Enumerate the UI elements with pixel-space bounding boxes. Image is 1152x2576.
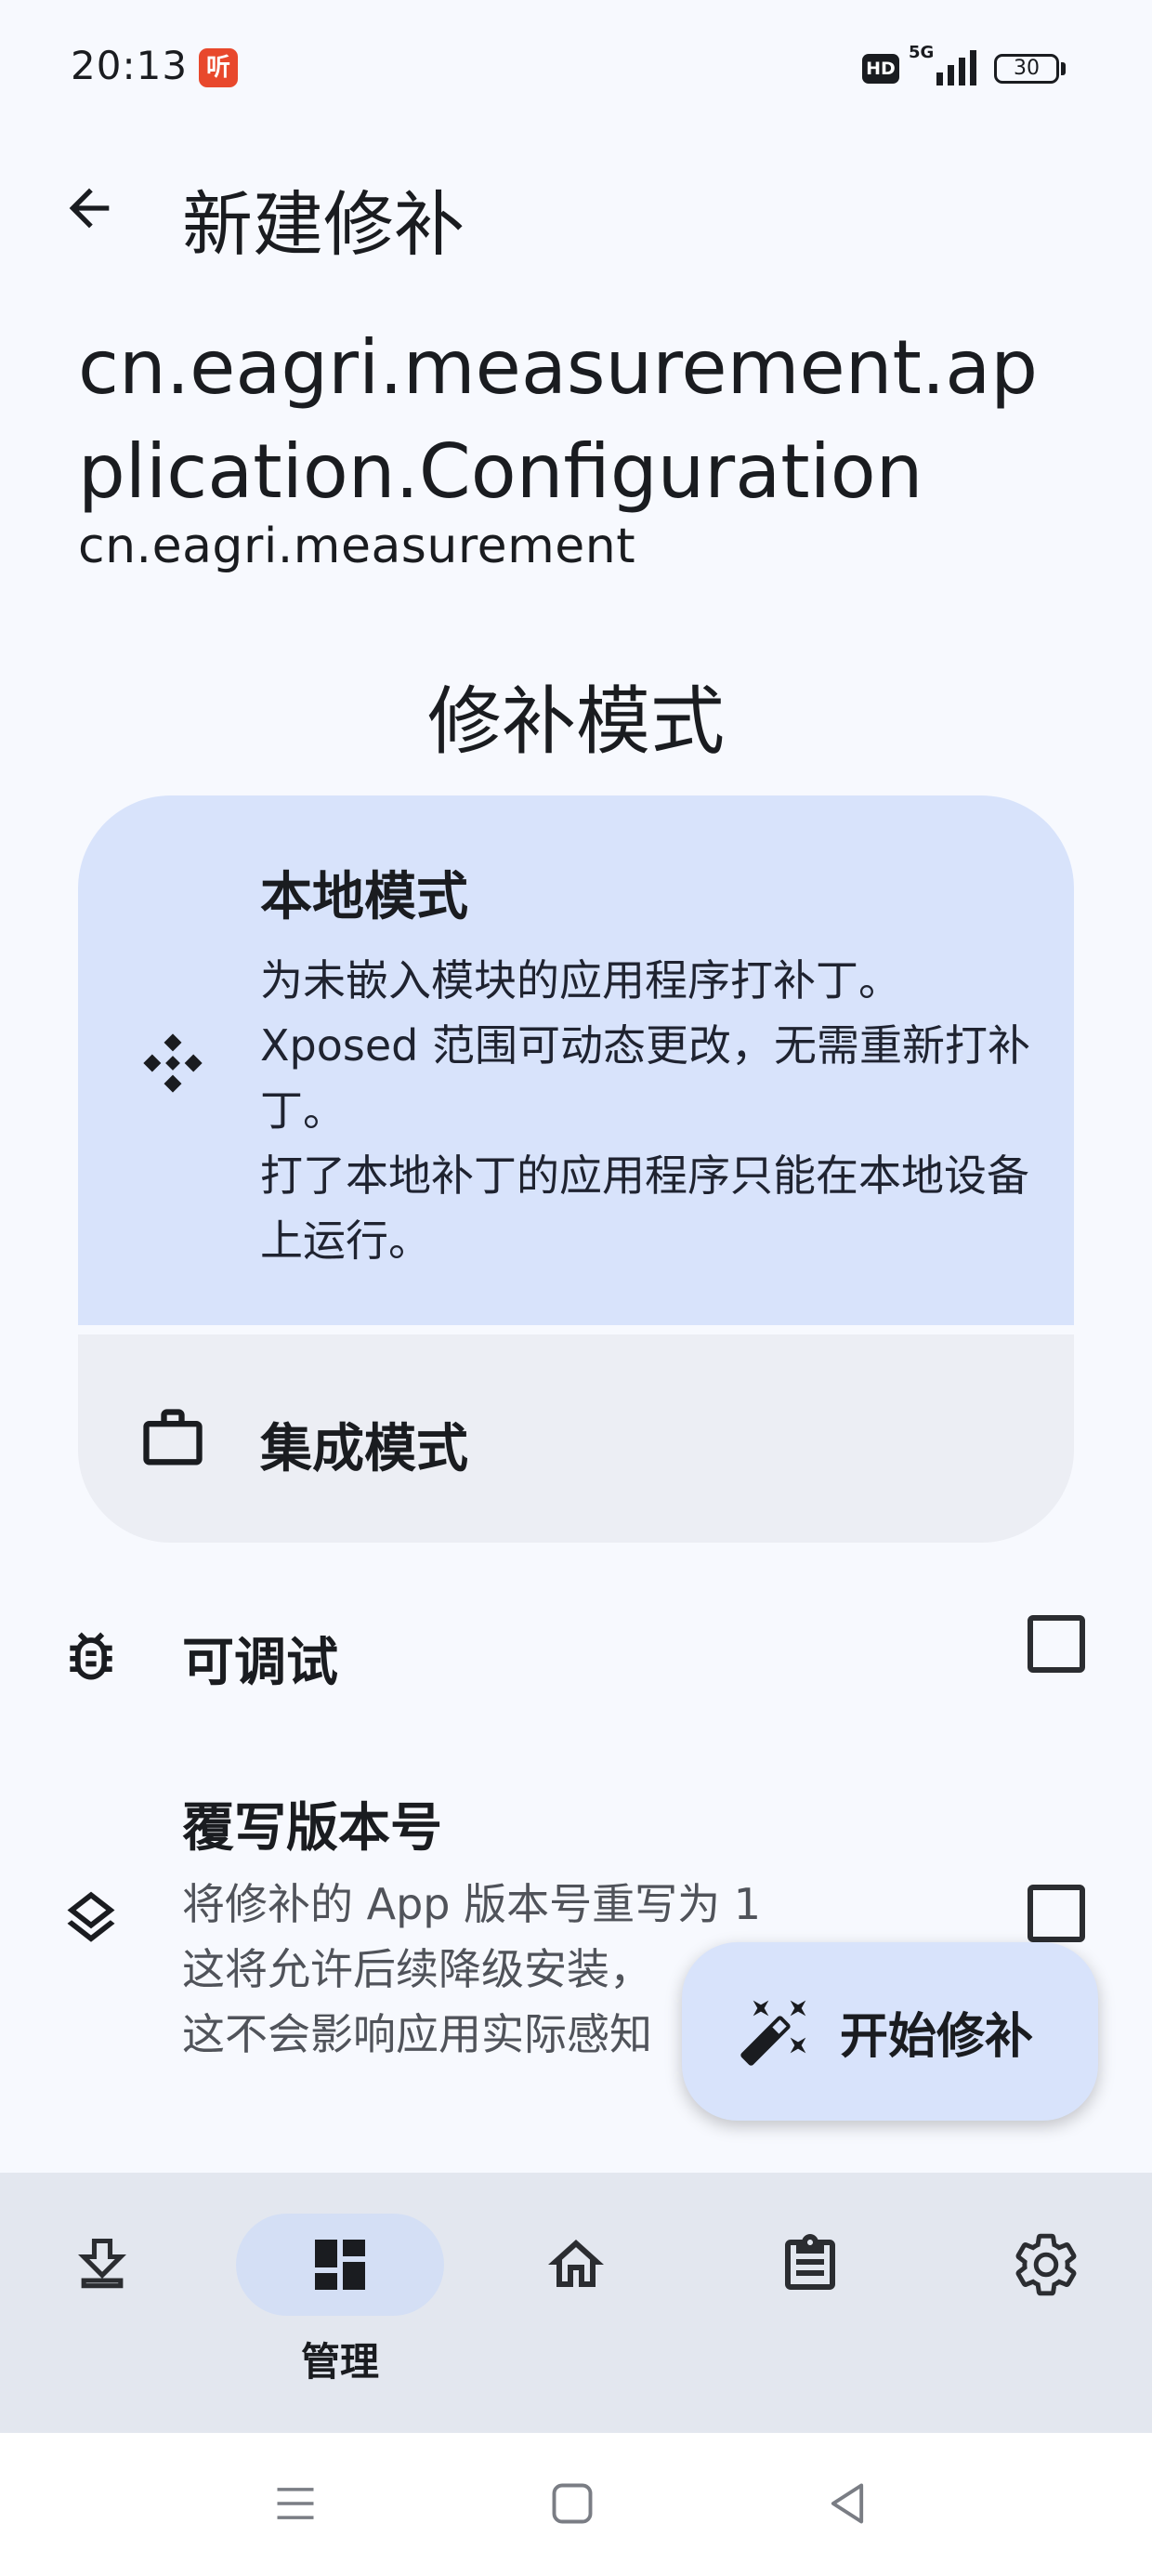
debuggable-label: 可调试 <box>182 1633 338 1693</box>
bottom-navigation: 管理 <box>0 2173 1152 2433</box>
notification-app-icon: 听 <box>199 48 238 87</box>
patch-mode-group: 本地模式 为未嵌入模块的应用程序打补丁。 Xposed 范围可动态更改，无需重新… <box>78 795 1074 1543</box>
status-time: 20:13 <box>71 43 189 88</box>
nav-item-logs[interactable] <box>695 2173 925 2433</box>
local-mode-title: 本地模式 <box>260 867 468 927</box>
magic-wand-icon <box>738 1994 812 2069</box>
integrated-mode-option[interactable]: 集成模式 <box>78 1334 1074 1543</box>
home-icon <box>461 2214 691 2316</box>
start-patch-label: 开始修补 <box>840 2008 1034 2065</box>
signal-icon <box>936 50 976 85</box>
override-version-label: 覆写版本号 <box>182 1798 442 1859</box>
local-mode-description: 为未嵌入模块的应用程序打补丁。 Xposed 范围可动态更改，无需重新打补丁。 … <box>260 955 1030 1266</box>
dashboard-icon <box>225 2214 455 2316</box>
nav-item-home[interactable] <box>461 2173 691 2433</box>
integrated-mode-title: 集成模式 <box>260 1419 468 1479</box>
back-system-button[interactable] <box>810 2466 884 2541</box>
menu-lines-icon <box>277 2488 314 2519</box>
nav-item-manage[interactable]: 管理 <box>219 2173 450 2433</box>
layers-icon <box>54 1881 128 1955</box>
system-navigation-bar <box>0 2433 1152 2576</box>
home-button[interactable] <box>535 2466 609 2541</box>
battery-indicator: 30 <box>994 54 1059 84</box>
triangle-back-icon <box>831 2483 864 2524</box>
nav-item-download[interactable] <box>0 2173 230 2433</box>
package-name: cn.eagri.measurement <box>78 519 636 574</box>
back-button[interactable] <box>52 171 126 245</box>
local-mode-option[interactable]: 本地模式 为未嵌入模块的应用程序打补丁。 Xposed 范围可动态更改，无需重新… <box>78 795 1074 1325</box>
gear-icon <box>931 2214 1152 2316</box>
debuggable-row[interactable]: 可调试 <box>0 1591 1152 1721</box>
debuggable-checkbox[interactable] <box>1028 1615 1085 1673</box>
briefcase-icon <box>136 1401 210 1476</box>
hd-badge: HD <box>862 54 899 84</box>
start-patch-button[interactable]: 开始修补 <box>682 1942 1098 2121</box>
page-title: 新建修补 <box>182 183 465 266</box>
network-type: 5G <box>909 43 935 62</box>
override-version-checkbox[interactable] <box>1028 1885 1085 1942</box>
recents-button[interactable] <box>258 2466 333 2541</box>
bug-icon <box>54 1619 128 1693</box>
diamond-dots-icon <box>136 1026 210 1100</box>
battery-tip <box>1061 62 1066 75</box>
component-name: cn.eagri.measurement.application.Configu… <box>78 324 1039 515</box>
download-icon <box>0 2214 217 2316</box>
arrow-left-icon <box>69 188 110 229</box>
nav-item-settings[interactable] <box>931 2173 1152 2433</box>
patch-mode-title: 修补模式 <box>427 678 725 765</box>
clipboard-icon <box>695 2214 925 2316</box>
nav-label-manage: 管理 <box>300 2339 379 2385</box>
square-icon <box>552 2483 593 2524</box>
